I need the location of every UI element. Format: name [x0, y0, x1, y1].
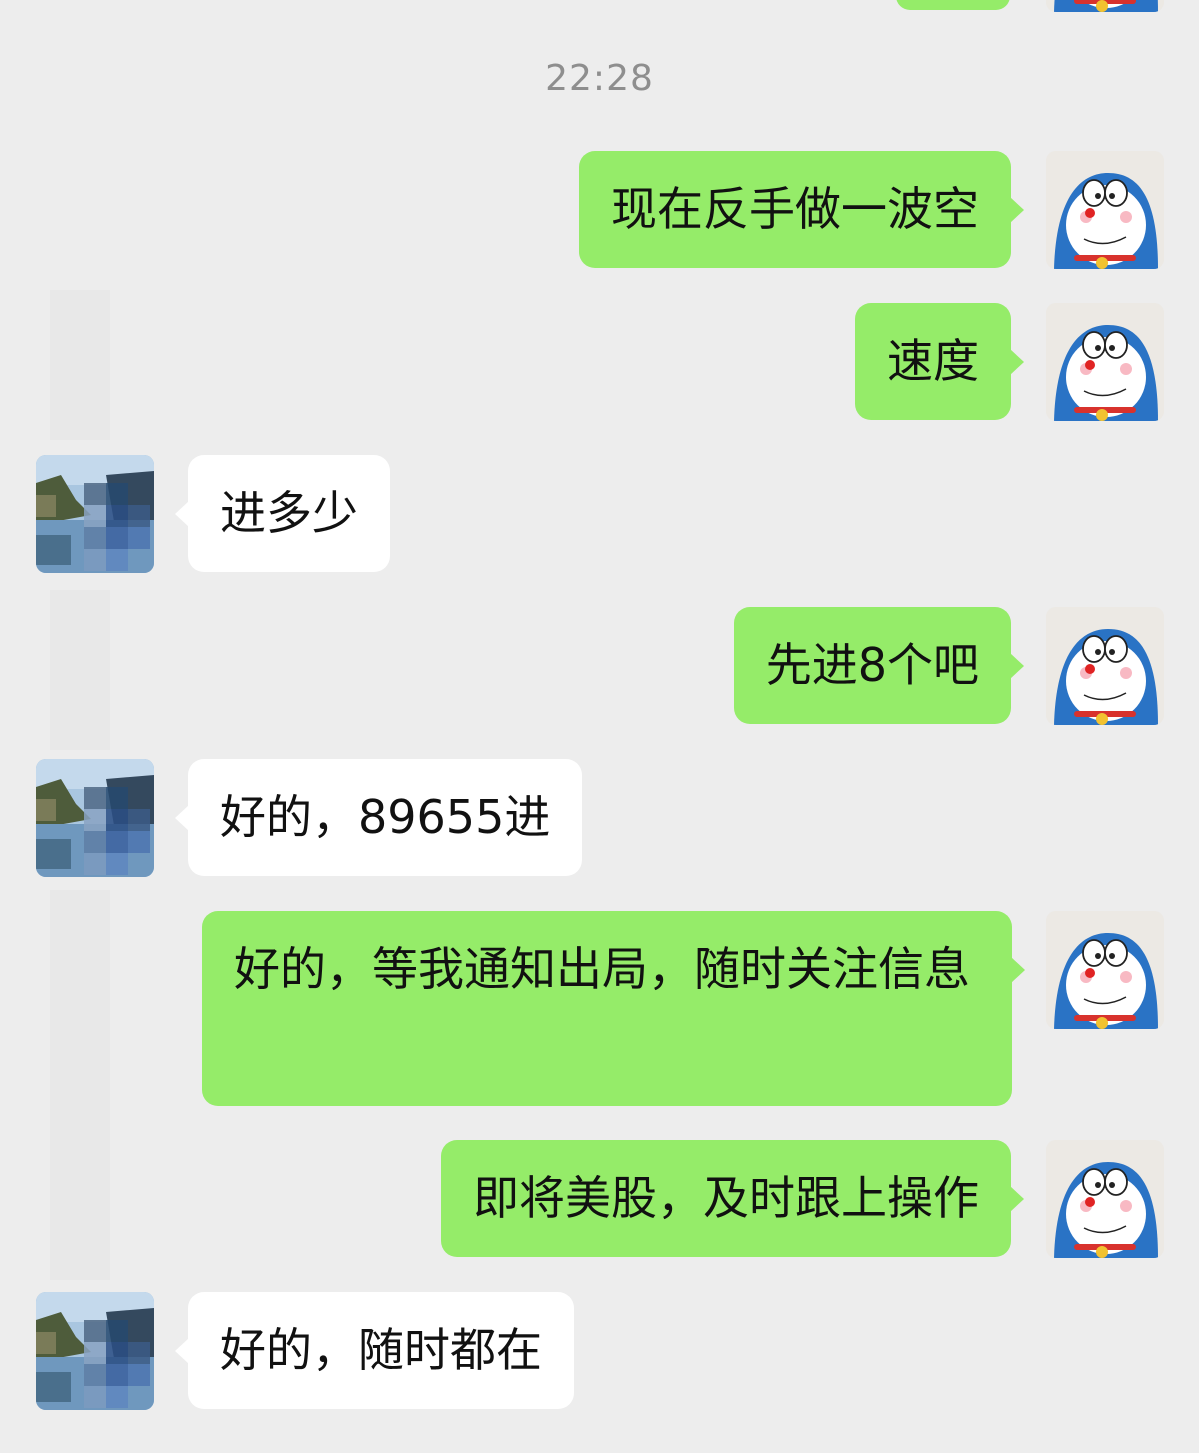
doraemon-avatar-icon [1046, 151, 1164, 269]
message-bubble-other[interactable]: 好的，随时都在 [175, 1292, 574, 1409]
message-bubble-other[interactable]: 进多少 [175, 455, 390, 572]
message-bubble-self[interactable]: 现在反手做一波空 [579, 151, 1024, 268]
message-timestamp: 22:28 [545, 58, 654, 99]
doraemon-avatar-icon [1046, 911, 1164, 1029]
partial-message-bubble[interactable] [896, 0, 1010, 10]
doraemon-avatar-icon [1046, 303, 1164, 421]
pixelation-strip [50, 290, 110, 440]
self-avatar[interactable] [1046, 303, 1164, 421]
self-avatar[interactable] [1046, 0, 1164, 12]
message-bubble-other[interactable]: 好的，89655进 [174, 759, 583, 876]
message-bubble-self[interactable]: 好的，等我通知出局，随时关注信息 [202, 911, 1025, 1106]
message-bubble-self[interactable]: 即将美股，及时跟上操作 [441, 1140, 1024, 1257]
self-avatar[interactable] [1046, 151, 1164, 269]
doraemon-avatar-icon [1046, 0, 1164, 12]
doraemon-avatar-icon [1046, 607, 1164, 725]
pixelated-landscape-avatar-icon [36, 455, 154, 573]
pixelation-strip [50, 590, 110, 750]
pixelated-landscape-avatar-icon [36, 1292, 154, 1410]
message-bubble-self[interactable]: 先进8个吧 [733, 607, 1025, 724]
contact-avatar[interactable] [36, 1292, 154, 1410]
self-avatar[interactable] [1046, 1140, 1164, 1258]
message-bubble-self[interactable]: 速度 [855, 303, 1024, 420]
self-avatar[interactable] [1046, 607, 1164, 725]
pixelation-strip [50, 890, 110, 1280]
doraemon-avatar-icon [1046, 1140, 1164, 1258]
self-avatar[interactable] [1046, 911, 1164, 1029]
contact-avatar[interactable] [36, 455, 154, 573]
pixelated-landscape-avatar-icon [36, 759, 154, 877]
contact-avatar[interactable] [36, 759, 154, 877]
